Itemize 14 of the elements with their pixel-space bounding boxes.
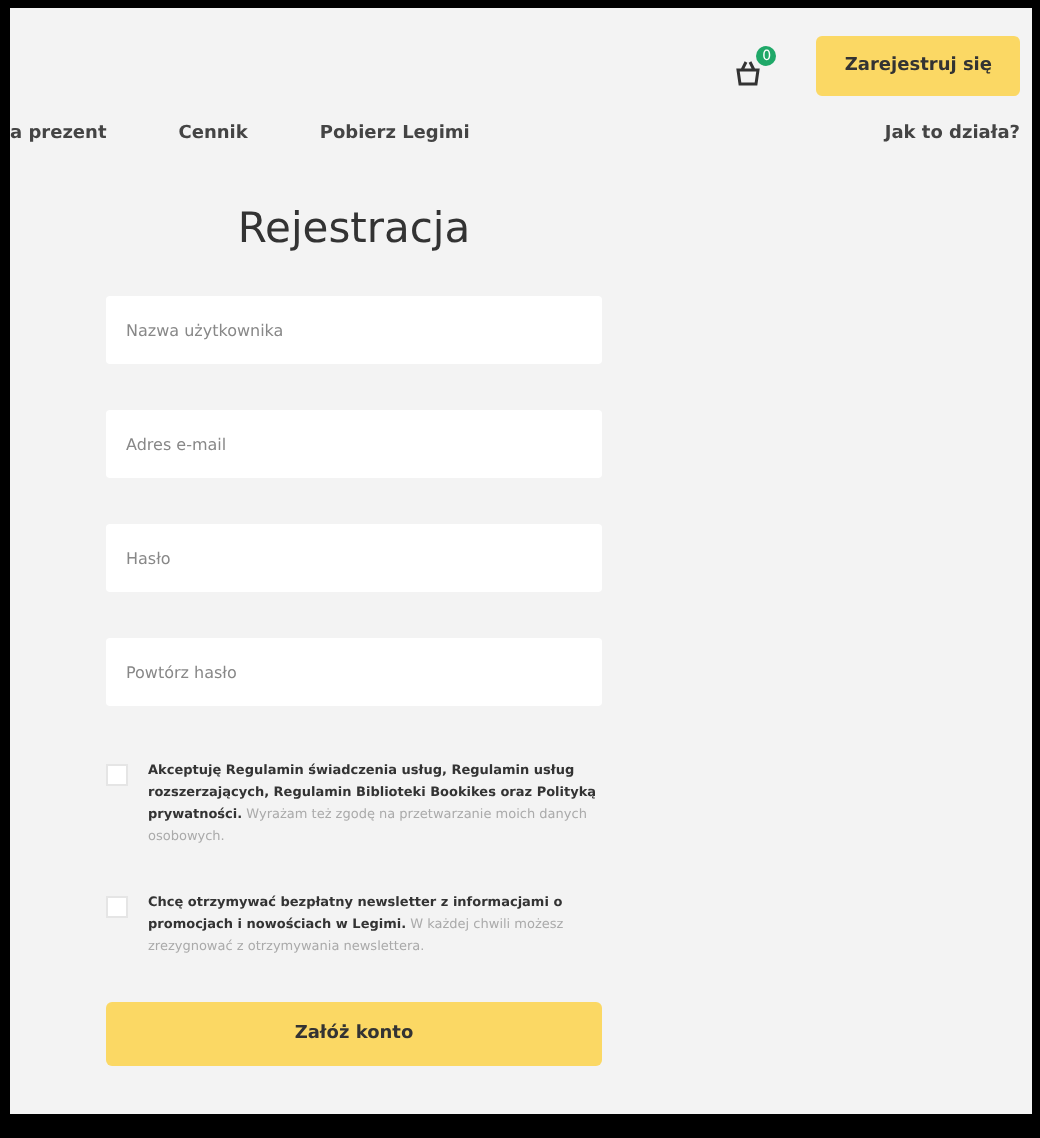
create-account-button[interactable]: Załóż konto [106,1002,602,1066]
input-field[interactable]: Adres e-mail [106,410,602,478]
checkbox[interactable] [106,764,128,786]
help-link[interactable]: Jak to działa? [884,124,1020,144]
basket-icon [734,60,763,86]
nav-link[interactable]: Cennik [178,124,248,144]
nav-link[interactable]: a prezent [10,124,107,144]
input-field[interactable]: Hasło [106,524,602,592]
register-button[interactable]: Zarejestruj się [816,36,1020,96]
input-field[interactable]: Powtórz hasło [106,638,602,706]
input-field[interactable]: Nazwa użytkownika [106,296,602,364]
checkbox[interactable] [106,896,128,918]
nav-link[interactable]: Pobierz Legimi [319,124,470,144]
page-title: Rejestracja [235,204,473,252]
